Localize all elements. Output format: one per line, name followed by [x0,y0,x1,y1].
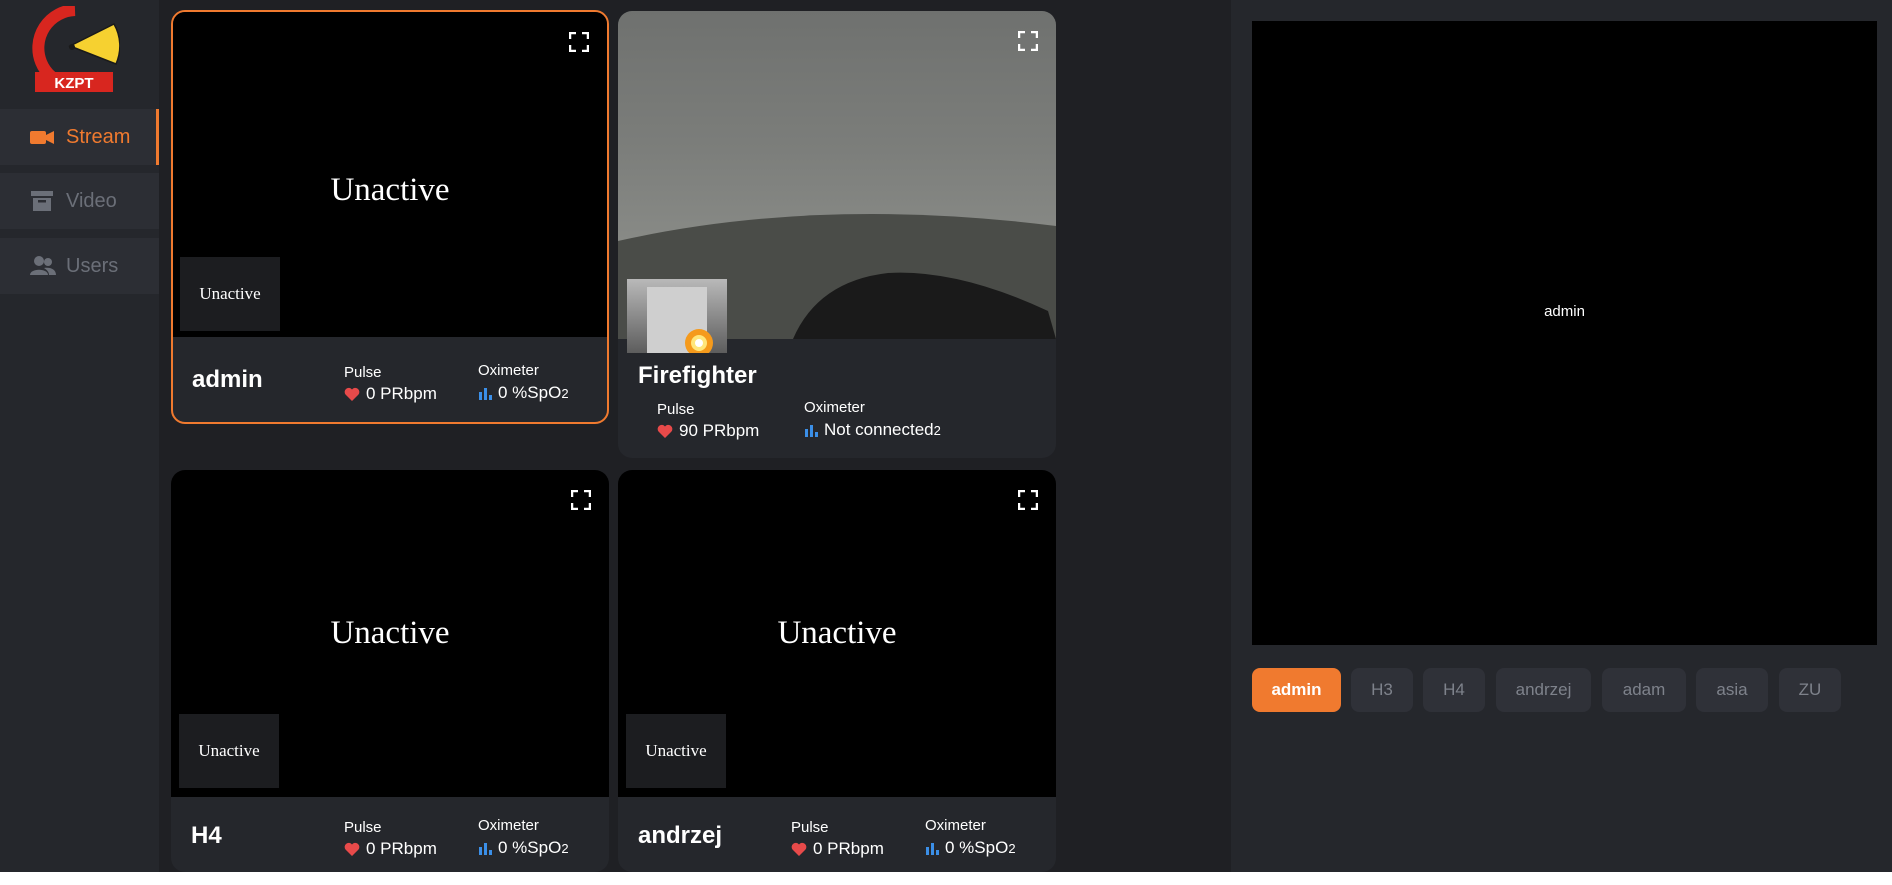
oximeter-value: 0 %SpO 2 [478,838,569,858]
stream-card-andrzej[interactable]: Unactive Unactive andrzej Pulse 0 PRbpm … [618,470,1056,872]
users-icon [30,255,56,277]
stream-card-h4[interactable]: Unactive Unactive H4 Pulse 0 PRbpm Oxime… [171,470,609,872]
user-name: Firefighter [638,362,757,389]
stream-card-firefighter[interactable]: Firefighter Pulse 90 PRbpm Oximeter Not … [618,11,1056,458]
user-button-zu[interactable]: ZU [1779,668,1841,712]
heart-icon [344,842,360,856]
video-status: Unactive [330,615,450,651]
preview-video[interactable]: admin [1252,21,1877,645]
bar-chart-icon [805,425,818,437]
fullscreen-icon[interactable] [570,489,592,511]
sidebar-item-label: Video [66,190,117,212]
oximeter-label: Oximeter [478,817,539,834]
user-name: admin [192,366,263,393]
pulse-value: 0 PRbpm [344,384,437,404]
user-button-h3[interactable]: H3 [1351,668,1413,712]
video-status: Unactive [777,615,897,651]
oximeter-label: Oximeter [478,362,539,379]
pulse-value: 0 PRbpm [791,839,884,859]
fullscreen-icon[interactable] [1017,30,1039,52]
thermal-thumbnail[interactable]: Unactive [180,257,280,331]
archive-icon [30,190,54,212]
sidebar: KZPT Stream Video Users [0,0,159,872]
user-button-h4[interactable]: H4 [1423,668,1485,712]
thermal-thumbnail[interactable] [627,279,727,353]
user-button-andrzej[interactable]: andrzej [1496,668,1591,712]
bar-chart-icon [479,843,492,855]
bar-chart-icon [479,388,492,400]
oximeter-label: Oximeter [925,817,986,834]
fullscreen-icon[interactable] [1017,489,1039,511]
pulse-label: Pulse [344,819,382,836]
stream-grid: Unactive Unactive admin Pulse 0 PRbpm Ox… [159,0,1231,872]
user-button-asia[interactable]: asia [1696,668,1768,712]
preview-panel: admin admin H3 H4 andrzej adam asia ZU [1231,0,1892,872]
pulse-label: Pulse [791,819,829,836]
oximeter-value: Not connected 2 [804,420,941,440]
app-root: KZPT Stream Video Users Unactive Unactiv… [0,0,1892,872]
user-button-admin[interactable]: admin [1252,668,1341,712]
user-button-adam[interactable]: adam [1602,668,1686,712]
bar-chart-icon [926,843,939,855]
video-status: Unactive [330,172,450,208]
pulse-label: Pulse [657,401,695,418]
stream-card-admin[interactable]: Unactive Unactive admin Pulse 0 PRbpm Ox… [171,10,609,424]
thermal-thumbnail[interactable]: Unactive [179,714,279,788]
camera-icon [30,126,54,148]
logo-text: KZPT [54,75,93,92]
heart-icon [344,387,360,401]
oximeter-value: 0 %SpO 2 [925,838,1016,858]
oximeter-value: 0 %SpO 2 [478,383,569,403]
sidebar-item-label: Stream [66,126,131,148]
pulse-label: Pulse [344,364,382,381]
page-bottom-strip [0,872,1892,885]
heart-icon [657,424,673,438]
sidebar-item-stream[interactable]: Stream [0,109,159,165]
oximeter-label: Oximeter [804,399,865,416]
pulse-value: 0 PRbpm [344,839,437,859]
thermal-thumbnail[interactable]: Unactive [626,714,726,788]
sidebar-item-users[interactable]: Users [0,238,159,294]
fullscreen-icon[interactable] [568,31,590,53]
sidebar-item-video[interactable]: Video [0,173,159,229]
sidebar-item-label: Users [66,255,119,277]
heart-icon [791,842,807,856]
user-name: H4 [191,822,222,849]
user-name: andrzej [638,822,723,849]
preview-label: admin [1544,303,1585,320]
kzpt-logo: KZPT [30,4,121,94]
pulse-value: 90 PRbpm [657,421,759,441]
